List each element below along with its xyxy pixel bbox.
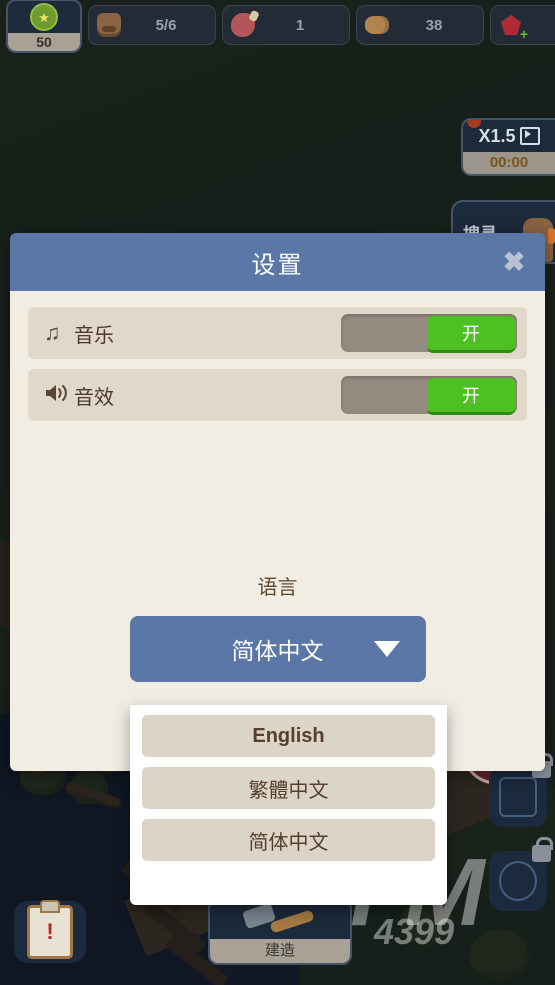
hammer-handle	[269, 909, 315, 934]
meat-value: 1	[295, 16, 305, 34]
game-screen: ★ 50 5/6 1 38 + 0 X1.5 00	[0, 0, 555, 985]
level-badge[interactable]: ★ 50	[6, 0, 82, 53]
cards-feature-button[interactable]	[489, 753, 553, 827]
resource-chip-wood[interactable]: 38	[356, 5, 484, 45]
settings-dialog-title: 设置	[251, 251, 304, 279]
music-toggle-knob: 开	[427, 316, 515, 353]
gem-icon	[501, 15, 521, 35]
build-button-label: 建造	[210, 939, 350, 963]
sound-toggle[interactable]: 开	[341, 376, 517, 415]
music-toggle[interactable]: 开	[341, 314, 517, 353]
speed-boost-card[interactable]: X1.5 00:00	[461, 118, 555, 176]
boost-row: X1.5	[463, 120, 555, 152]
music-note-icon: ♫	[44, 320, 61, 345]
gem-value: 0	[533, 17, 555, 34]
clipboard-alert-icon: !	[27, 905, 73, 959]
setting-row-music: ♫ 音乐 开	[28, 307, 527, 359]
wood-value: 38	[425, 16, 443, 34]
setting-label-sound: 音效	[74, 386, 114, 409]
settings-dialog-header: 设置 ✖	[10, 233, 545, 291]
top-resource-bar: ★ 50 5/6 1 38 + 0	[0, 0, 555, 53]
build-button[interactable]: 建造	[208, 899, 352, 965]
language-selected-value: 简体中文	[231, 638, 324, 664]
gem-icon-wrap: +	[499, 13, 528, 41]
hammer-icon	[241, 902, 318, 934]
wood-icon-wrap	[365, 13, 389, 37]
tech-atom-icon	[499, 861, 537, 901]
padlock-icon	[532, 837, 553, 862]
language-label: 语言	[257, 577, 298, 599]
resource-chip-gem[interactable]: + 0	[490, 5, 555, 45]
population-value: 5/6	[155, 16, 177, 34]
gem-plus-icon[interactable]: +	[520, 27, 528, 41]
resource-chip-population[interactable]: 5/6	[88, 5, 216, 45]
setting-row-sound: 音效 开	[28, 369, 527, 421]
language-option-simplified-chinese[interactable]: 简体中文	[142, 819, 435, 861]
language-option-english[interactable]: English	[142, 715, 435, 757]
sound-toggle-knob: 开	[427, 378, 515, 415]
chevron-down-icon	[373, 641, 400, 657]
close-icon[interactable]: ✖	[499, 247, 529, 277]
settings-dialog-body: ♫ 音乐 开 音效 开 语言 简体中文	[10, 291, 545, 771]
language-select[interactable]: 简体中文	[129, 616, 426, 682]
wood-icon	[365, 16, 389, 34]
cards-icon	[499, 777, 537, 817]
language-option-traditional-chinese[interactable]: 繁體中文	[142, 767, 435, 809]
quest-button[interactable]: !	[14, 901, 86, 963]
level-value: 50	[8, 33, 80, 51]
meat-icon	[231, 13, 255, 37]
population-icon	[97, 13, 121, 37]
boost-multiplier: X1.5	[478, 125, 516, 146]
boost-timer: 00:00	[463, 152, 555, 174]
language-dropdown: English 繁體中文 简体中文	[130, 705, 447, 905]
settings-dialog: 设置 ✖ ♫ 音乐 开 音效 开 语言 简体中文	[10, 233, 545, 771]
video-ad-icon	[519, 127, 540, 145]
alert-mark: !	[46, 919, 54, 944]
speaker-icon	[44, 383, 74, 407]
tech-feature-button[interactable]	[489, 837, 553, 911]
resource-chip-meat[interactable]: 1	[222, 5, 350, 45]
star-medal-icon: ★	[30, 3, 58, 31]
setting-label-music: 音乐	[74, 324, 114, 347]
